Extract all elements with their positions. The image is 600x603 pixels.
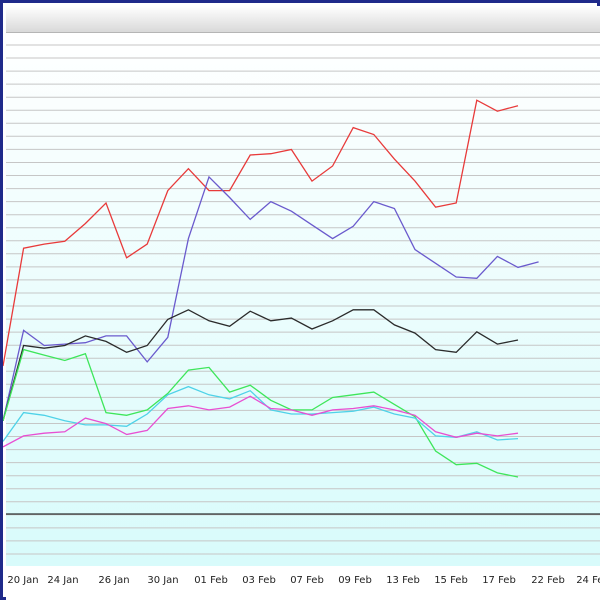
x-tick-label: 26 Jan	[98, 575, 129, 586]
x-tick-label: 01 Feb	[194, 575, 228, 586]
chart-window: 20 Jan 24 Jan 26 Jan 30 Jan 01 Feb 03 Feb 07 F…	[0, 0, 600, 600]
x-tick-label: 24 Jan	[47, 575, 78, 586]
x-tick-label: 15 Feb	[434, 575, 468, 586]
x-tick-label: 09 Feb	[338, 575, 372, 586]
x-tick-label: 30 Jan	[147, 575, 178, 586]
line-chart: 20 Jan 24 Jan 26 Jan 30 Jan 01 Feb 03 Feb 07 F…	[3, 33, 600, 600]
x-tick-label: 03 Feb	[242, 575, 276, 586]
x-tick-label: 20 Jan	[7, 575, 38, 586]
x-tick-label: 17 Feb	[482, 575, 516, 586]
x-tick-label: 13 Feb	[386, 575, 420, 586]
x-tick-label: 07 Feb	[290, 575, 324, 586]
x-tick-label: 22 Feb	[531, 575, 565, 586]
x-tick-label: 24 Feb	[576, 575, 600, 586]
plot-area	[6, 33, 600, 566]
